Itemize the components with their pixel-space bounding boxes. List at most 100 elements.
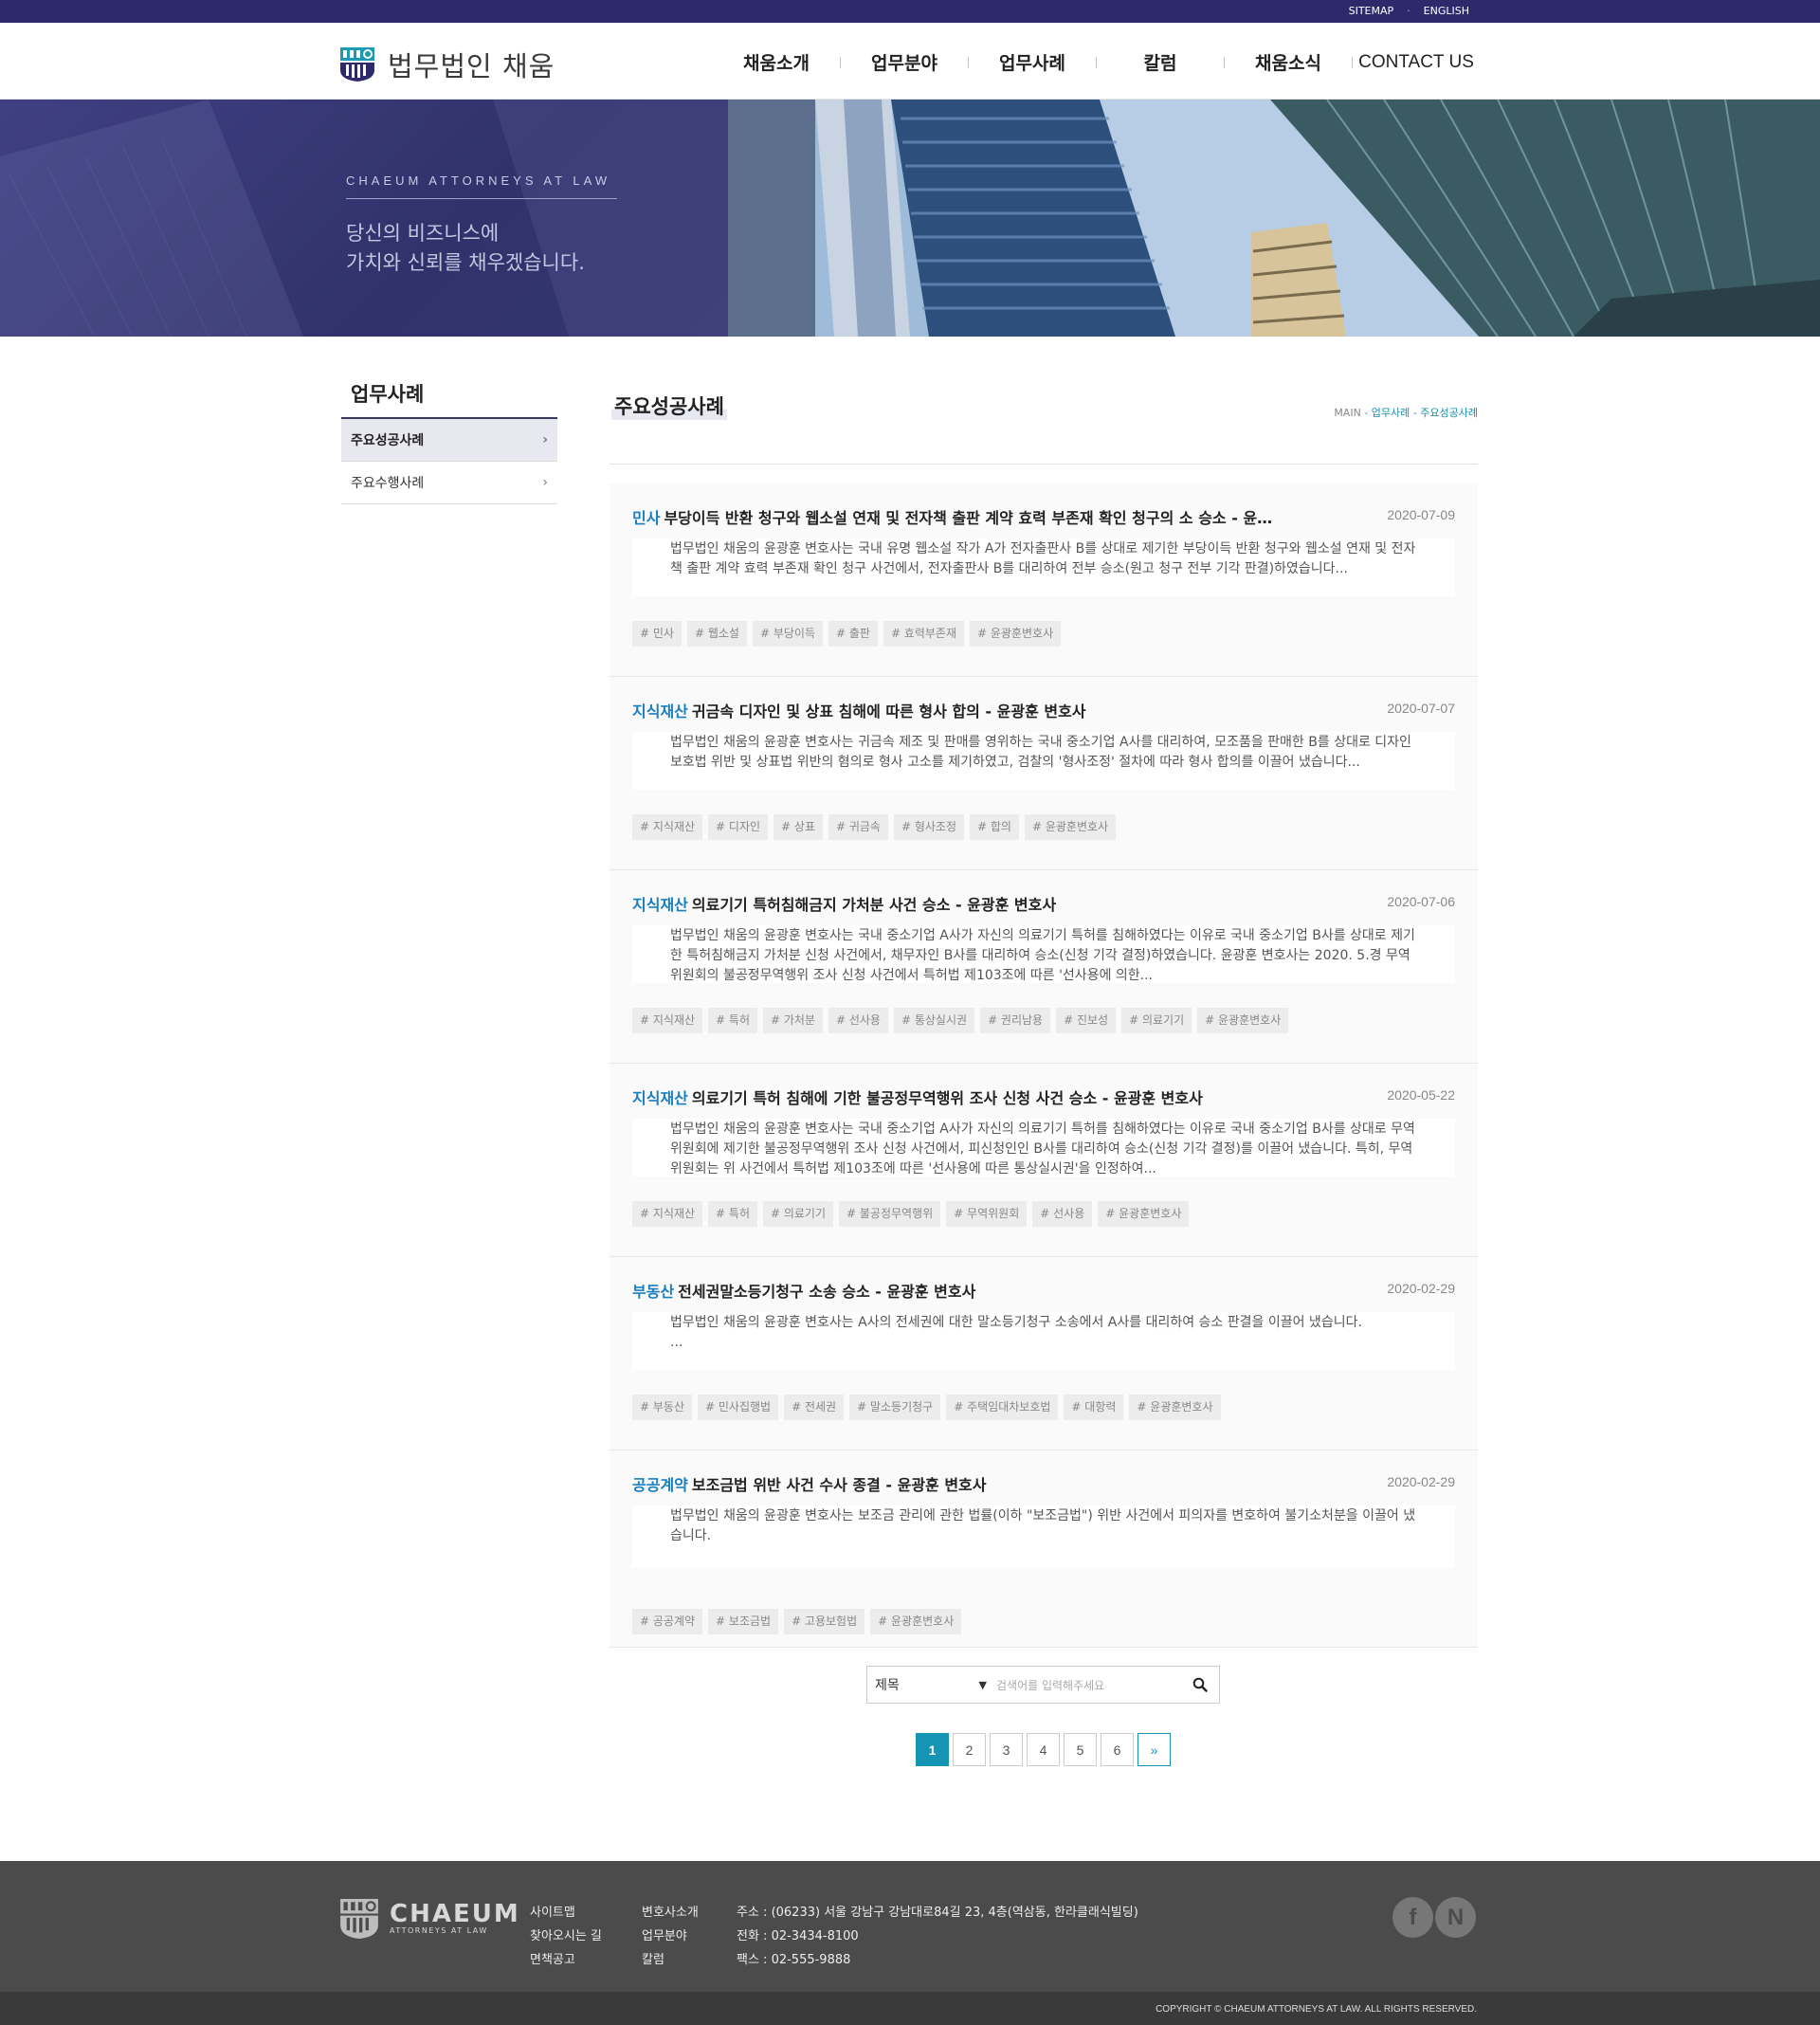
hero-tagline: CHAEUM ATTORNEYS AT LAW [346,173,611,188]
tag[interactable]: # 부동산 [632,1395,692,1420]
tag[interactable]: # 특허 [708,1008,757,1033]
tag[interactable]: # 민사 [632,621,682,647]
case-list: 민사 부당이득 반환 청구와 웹소설 연재 및 전자책 출판 계약 효력 부존재 … [610,483,1478,1648]
tag[interactable]: # 권리남용 [980,1008,1051,1033]
case-date: 2020-02-29 [1387,1281,1455,1296]
search-button[interactable] [1181,1667,1219,1703]
tag[interactable]: # 형사조정 [893,814,965,840]
tag[interactable]: # 보조금법 [708,1609,779,1634]
tag[interactable]: # 특허 [708,1201,757,1227]
nav-item-practice[interactable]: 업무분야 [841,49,968,75]
tag[interactable]: # 무역위원회 [946,1201,1028,1227]
tag[interactable]: # 윤광훈변호사 [1129,1395,1221,1420]
tag[interactable]: # 통상실시권 [893,1008,975,1033]
footer-link-directions[interactable]: 찾아오시는 길 [530,1925,602,1948]
site-footer: CHAEUM ATTORNEYS AT LAW 사이트맵 찾아오시는 길 면책공… [0,1861,1820,1992]
tag[interactable]: # 공공계약 [632,1609,703,1634]
case-title[interactable]: 공공계약 보조금법 위반 사건 수사 종결 - 윤광훈 변호사 [632,1472,1296,1495]
tag[interactable]: # 민사집행법 [698,1395,779,1420]
page-3-button[interactable]: 3 [990,1733,1023,1766]
case-title[interactable]: 지식재산 의료기기 특허침해금지 가처분 사건 승소 - 윤광훈 변호사 [632,892,1296,915]
tag[interactable]: # 웹소설 [686,621,747,647]
page-1-button[interactable]: 1 [916,1733,949,1766]
tag[interactable]: # 의료기기 [762,1201,834,1227]
footer-link-practice[interactable]: 업무분야 [642,1925,699,1948]
tag[interactable]: # 말소등기청구 [849,1395,941,1420]
tag[interactable]: # 주택임대차보호법 [946,1395,1059,1420]
tag[interactable]: # 디자인 [708,814,769,840]
footer-link-disclaimer[interactable]: 면책공고 [530,1948,602,1972]
search-field-select[interactable]: 제목 ▼ [875,1674,992,1695]
facebook-icon[interactable]: f [1392,1897,1433,1938]
case-card[interactable]: 지식재산 의료기기 특허 침해에 기한 불공정무역행위 조사 신청 사건 승소 -… [610,1064,1478,1257]
sitemap-link[interactable]: SITEMAP [1349,5,1394,17]
tag[interactable]: # 윤광훈변호사 [1197,1008,1289,1033]
case-category: 지식재산 [632,896,688,914]
tag[interactable]: # 고용보험법 [784,1609,865,1634]
tag-list: # 지식재산 # 특허 # 의료기기 # 불공정무역행위 # 무역위원회 # 선… [632,1201,1190,1227]
tag[interactable]: # 진보성 [1056,1008,1117,1033]
sidebar-item-performed-cases[interactable]: 주요수행사례 › [341,462,557,504]
case-title-text: 의료기기 특허침해금지 가처분 사건 승소 - 윤광훈 변호사 [691,896,1057,914]
tag[interactable]: # 윤광훈변호사 [870,1609,962,1634]
tag-list: # 지식재산 # 특허 # 가처분 # 선사용 # 통상실시권 # 권리남용 #… [632,1008,1289,1033]
tag[interactable]: # 출판 [828,621,878,647]
footer-logo-big: CHAEUM [390,1900,520,1928]
page-2-button[interactable]: 2 [953,1733,986,1766]
tag[interactable]: # 전세권 [784,1395,845,1420]
tag[interactable]: # 지식재산 [632,1008,703,1033]
footer-link-sitemap[interactable]: 사이트맵 [530,1901,602,1925]
search-input[interactable]: 검색어를 입력해주세요 [992,1677,1181,1693]
nav-item-intro[interactable]: 채움소개 [713,49,840,75]
case-summary: 법무법인 채움의 윤광훈 변호사는 국내 유명 웹소설 작가 A가 전자출판사 … [632,538,1455,596]
tag[interactable]: # 가처분 [762,1008,823,1033]
case-card[interactable]: 부동산 전세권말소등기청구 소송 승소 - 윤광훈 변호사 2020-02-29 … [610,1257,1478,1450]
next-page-button[interactable]: » [1138,1733,1171,1766]
tag[interactable]: # 지식재산 [632,1201,703,1227]
tag[interactable]: # 대항력 [1064,1395,1124,1420]
tag[interactable]: # 귀금속 [828,814,888,840]
tag[interactable]: # 지식재산 [632,814,703,840]
case-title[interactable]: 부동산 전세권말소등기청구 소송 승소 - 윤광훈 변호사 [632,1279,1296,1302]
nav-item-news[interactable]: 채움소식 [1225,49,1352,75]
chevron-down-icon: ▼ [978,1678,987,1691]
case-title[interactable]: 지식재산 의료기기 특허 침해에 기한 불공정무역행위 조사 신청 사건 승소 -… [632,1085,1296,1108]
tag[interactable]: # 선사용 [828,1008,888,1033]
page-4-button[interactable]: 4 [1027,1733,1060,1766]
site-logo[interactable]: 법무법인 채움 [340,45,555,84]
breadcrumb-current: 주요성공사례 [1420,407,1478,419]
breadcrumb-section[interactable]: 업무사례 [1372,407,1410,419]
nav-item-column[interactable]: 칼럼 [1097,49,1224,75]
utility-links: SITEMAP · ENGLISH [1349,5,1469,17]
case-card[interactable]: 공공계약 보조금법 위반 사건 수사 종결 - 윤광훈 변호사 2020-02-2… [610,1450,1478,1648]
footer-link-column[interactable]: 칼럼 [642,1948,699,1972]
naver-blog-icon[interactable]: N [1435,1897,1476,1938]
footer-link-lawyers[interactable]: 변호사소개 [642,1901,699,1925]
case-card[interactable]: 지식재산 귀금속 디자인 및 상표 침해에 따른 형사 합의 - 윤광훈 변호사 … [610,677,1478,870]
case-title[interactable]: 민사 부당이득 반환 청구와 웹소설 연재 및 전자책 출판 계약 효력 부존재 … [632,505,1296,528]
case-category: 민사 [632,509,661,527]
case-card[interactable]: 민사 부당이득 반환 청구와 웹소설 연재 및 전자책 출판 계약 효력 부존재 … [610,483,1478,677]
tag[interactable]: # 선사용 [1032,1201,1093,1227]
sidebar-item-success-cases[interactable]: 주요성공사례 › [341,419,557,462]
page-5-button[interactable]: 5 [1064,1733,1097,1766]
tag[interactable]: # 윤광훈변호사 [1098,1201,1190,1227]
page-6-button[interactable]: 6 [1101,1733,1134,1766]
nav-item-contact[interactable]: CONTACT US [1353,52,1480,73]
tag[interactable]: # 윤광훈변호사 [970,621,1062,647]
tag[interactable]: # 불공정무역행위 [839,1201,941,1227]
tag[interactable]: # 의료기기 [1121,1008,1192,1033]
tag[interactable]: # 부당이득 [752,621,823,647]
logo-text: 법무법인 채움 [388,50,555,82]
tag[interactable]: # 상표 [774,814,823,840]
tag[interactable]: # 윤광훈변호사 [1024,814,1117,840]
nav-item-cases[interactable]: 업무사례 [969,49,1096,75]
english-link[interactable]: ENGLISH [1424,5,1469,17]
case-card[interactable]: 지식재산 의료기기 특허침해금지 가처분 사건 승소 - 윤광훈 변호사 2020… [610,870,1478,1064]
breadcrumb-home[interactable]: MAIN [1334,407,1361,419]
tag[interactable]: # 합의 [970,814,1019,840]
hero-divider [346,198,617,199]
footer-links-2: 변호사소개 업무분야 칼럼 [642,1901,699,1972]
case-title[interactable]: 지식재산 귀금속 디자인 및 상표 침해에 따른 형사 합의 - 윤광훈 변호사 [632,699,1296,721]
tag[interactable]: # 효력부존재 [883,621,965,647]
